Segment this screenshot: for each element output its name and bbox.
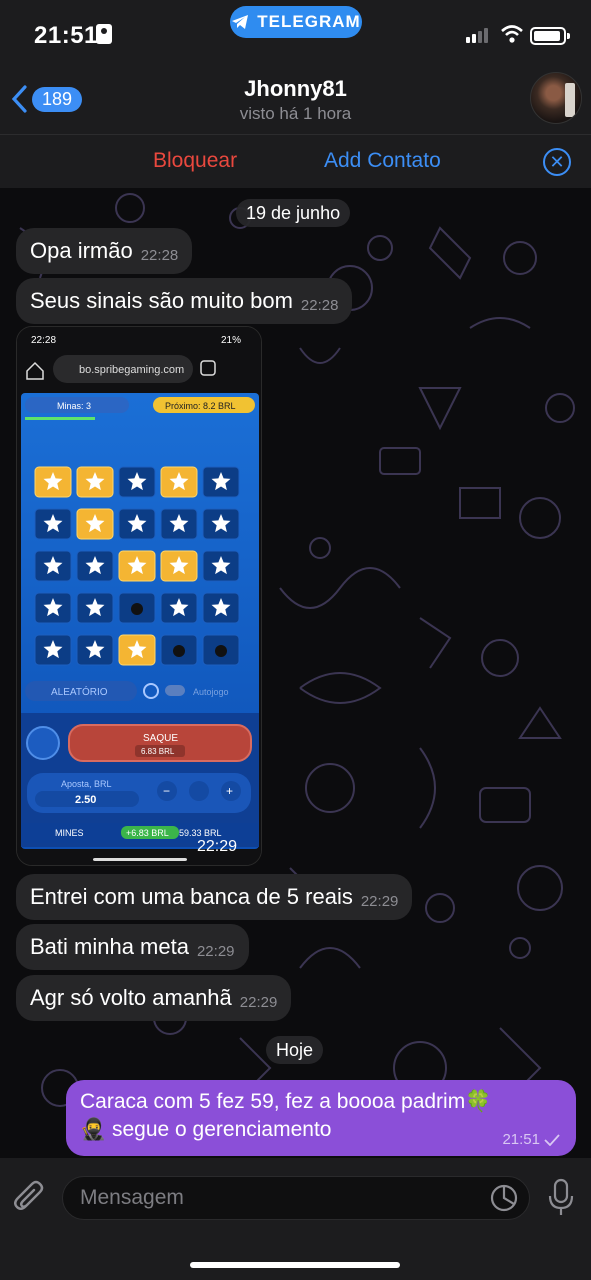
date-separator: Hoje bbox=[266, 1036, 324, 1064]
photo-message[interactable]: 22:28 21% bo.spribegaming.com Minas: 3 P… bbox=[16, 326, 262, 866]
mines-tile-star bbox=[160, 592, 198, 624]
chat-header: 189 Jhonny81 visto há 1 hora bbox=[0, 64, 591, 134]
mines-tile-star-gold bbox=[118, 550, 156, 582]
mines-tile-bomb bbox=[160, 634, 198, 666]
mines-tile-star-gold bbox=[118, 634, 156, 666]
outgoing-message-bubble[interactable]: Caraca com 5 fez 59, fez a boooa padrim🍀… bbox=[66, 1080, 576, 1156]
clock: 21:51 bbox=[34, 22, 98, 49]
telegram-label: TELEGRAM bbox=[257, 12, 361, 31]
attach-icon[interactable] bbox=[14, 1180, 46, 1216]
svg-text:−: − bbox=[163, 784, 170, 798]
message-input-placeholder: Mensagem bbox=[80, 1186, 184, 1209]
message-time: 22:29 bbox=[196, 942, 235, 960]
contact-card-icon bbox=[96, 24, 112, 44]
mines-tile-star bbox=[34, 550, 72, 582]
photo-time: 22:29 bbox=[197, 838, 238, 855]
avatar[interactable] bbox=[530, 72, 582, 124]
message-text: Seus sinais são muito bom bbox=[30, 288, 293, 313]
shot-footer-win: +6.83 BRL bbox=[126, 828, 169, 838]
message-text: Opa irmão bbox=[30, 238, 133, 263]
mines-tile-star bbox=[118, 466, 156, 498]
message-text-line1: Caraca com 5 fez 59, fez a boooa padrim🍀 bbox=[80, 1090, 492, 1113]
shot-bet-label: Aposta, BRL bbox=[61, 779, 112, 789]
mines-tile-bomb bbox=[118, 592, 156, 624]
mines-tile-star-gold bbox=[76, 508, 114, 540]
shot-next-label: Próximo: 8.2 BRL bbox=[165, 401, 236, 411]
contact-name[interactable]: Jhonny81 bbox=[0, 76, 591, 102]
message-bubble[interactable]: Opa irmão 22:28 bbox=[16, 228, 193, 274]
game-screenshot-image: 22:28 21% bo.spribegaming.com Minas: 3 P… bbox=[17, 327, 261, 865]
mines-tile-star bbox=[34, 592, 72, 624]
mines-tile-star bbox=[76, 550, 114, 582]
mines-grid bbox=[34, 466, 240, 666]
message-bubble[interactable]: Agr só volto amanhã 22:29 bbox=[16, 975, 292, 1021]
mines-tile-bomb bbox=[202, 634, 240, 666]
mines-tile-star-gold bbox=[160, 550, 198, 582]
message-text: Bati minha meta bbox=[30, 934, 189, 959]
message-bubble[interactable]: Seus sinais são muito bom 22:28 bbox=[16, 278, 353, 324]
message-time: 22:28 bbox=[140, 246, 179, 264]
mines-tile-star bbox=[76, 592, 114, 624]
shot-status-time: 22:28 bbox=[31, 335, 56, 346]
shot-url: bo.spribegaming.com bbox=[79, 364, 184, 376]
contact-action-bar: Bloquear Add Contato ✕ bbox=[0, 134, 591, 188]
add-contact-button[interactable]: Add Contato bbox=[324, 149, 441, 173]
wifi-icon bbox=[501, 25, 523, 43]
sticker-icon[interactable] bbox=[490, 1184, 518, 1212]
mines-tile-star-gold bbox=[76, 466, 114, 498]
message-text: Entrei com uma banca de 5 reais bbox=[30, 884, 353, 909]
shot-footer-game: MINES bbox=[55, 828, 84, 838]
mines-tile-star bbox=[160, 508, 198, 540]
mines-tile-star bbox=[202, 550, 240, 582]
message-bubble[interactable]: Entrei com uma banca de 5 reais 22:29 bbox=[16, 874, 413, 920]
shot-mines-select: Minas: 3 bbox=[57, 401, 91, 411]
signal-icon bbox=[466, 28, 488, 43]
status-bar: 21:51 TELEGRAM bbox=[0, 0, 591, 64]
mines-tile-star bbox=[34, 634, 72, 666]
message-text-line2: 🥷 segue o gerenciamento bbox=[80, 1118, 332, 1141]
message-time: 21:51 bbox=[502, 1131, 540, 1148]
shot-bet-value: 2.50 bbox=[75, 794, 96, 806]
close-icon[interactable]: ✕ bbox=[543, 148, 571, 176]
shot-battery: 21% bbox=[221, 335, 241, 346]
date-separator: 19 de junho bbox=[236, 199, 351, 227]
home-indicator bbox=[190, 1262, 400, 1268]
mines-tile-star bbox=[34, 508, 72, 540]
battery-icon bbox=[530, 27, 570, 45]
message-text: Agr só volto amanhã bbox=[30, 985, 232, 1010]
block-button[interactable]: Bloquear bbox=[153, 149, 237, 173]
shot-autoplay: Autojogo bbox=[193, 687, 229, 697]
shot-cashout: SAQUE bbox=[143, 733, 178, 744]
mines-tile-star bbox=[202, 508, 240, 540]
mines-tile-star bbox=[202, 592, 240, 624]
mines-tile-star-gold bbox=[34, 466, 72, 498]
shot-random-button: ALEATÓRIO bbox=[51, 685, 108, 698]
mines-tile-star bbox=[118, 508, 156, 540]
mines-tile-star bbox=[76, 634, 114, 666]
telegram-icon bbox=[232, 15, 249, 29]
microphone-icon[interactable] bbox=[548, 1178, 574, 1218]
telegram-pill[interactable]: TELEGRAM bbox=[230, 6, 362, 38]
message-time: 22:29 bbox=[239, 993, 278, 1011]
message-time: 22:29 bbox=[360, 892, 399, 910]
message-time: 22:28 bbox=[300, 296, 339, 314]
message-bubble[interactable]: Bati minha meta 22:29 bbox=[16, 924, 249, 970]
shot-footer-balance: 59.33 BRL bbox=[179, 828, 222, 838]
last-seen: visto há 1 hora bbox=[239, 104, 352, 123]
svg-text:+: + bbox=[226, 784, 233, 798]
shot-cashout-amount: 6.83 BRL bbox=[141, 747, 175, 756]
checkmark-icon bbox=[544, 1133, 560, 1146]
mines-tile-star-gold bbox=[160, 466, 198, 498]
mines-tile-star bbox=[202, 466, 240, 498]
